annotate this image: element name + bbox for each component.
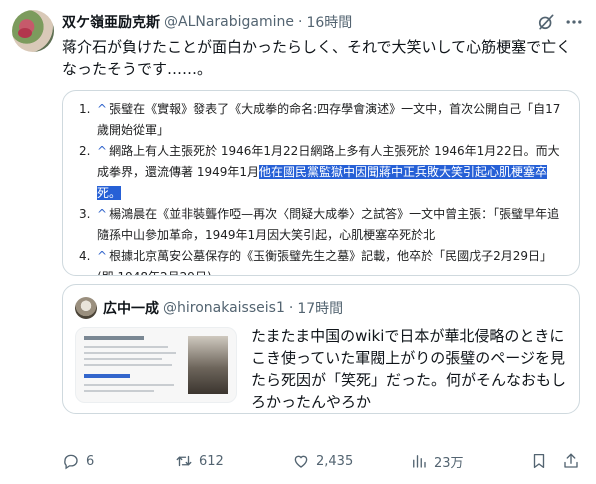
retweet-icon <box>176 455 192 467</box>
author-handle[interactable]: @ALNarabigamine <box>164 14 294 30</box>
retweet-count: 612 <box>199 453 224 469</box>
quoted-header-separator: · <box>288 300 294 316</box>
wiki-reference-item: 1. ^ 張璧在《實報》發表了《大成拳的命名:四存學會演述》一文中，首次公開自己「… <box>79 99 565 141</box>
thumbnail-line <box>84 384 174 386</box>
thumbnail-link-bar <box>84 374 130 378</box>
thumbnail-line <box>84 390 154 392</box>
reference-number: 2. <box>79 144 91 158</box>
quoted-tweet[interactable]: 広中一成 @hironakaisseis1 · 17時間 たまたま中国のwiki… <box>62 284 580 414</box>
quoted-author-display-name: 広中一成 <box>103 301 159 317</box>
tweet-text: 蒋介石が負けたことが面白かったらしく、それで大笑いして心筋梗塞で亡くなったそうで… <box>62 38 572 78</box>
thumbnail-line <box>84 352 176 354</box>
wiki-reference-item: 2. ^ 網路上有人主張死於 1946年1月22日網路上多有人主張死於 1946年… <box>79 141 565 204</box>
thumbnail-line <box>84 358 162 360</box>
quoted-tweet-text: たまたま中国のwikiで日本が華北侵略のときにこき使っていた軍閥上がりの張璧のペ… <box>251 327 567 411</box>
quoted-tweet-time: 17時間 <box>297 301 344 317</box>
view-count: 23万 <box>434 455 464 471</box>
like-button[interactable]: 2,435 <box>292 450 353 472</box>
reference-number: 1. <box>79 102 91 116</box>
tweet-time[interactable]: 16時間 <box>306 12 352 32</box>
caret-icon: ^ <box>97 249 108 263</box>
reference-number: 3. <box>79 207 91 221</box>
quoted-tweet-header: 広中一成 @hironakaisseis1 · 17時間 <box>75 297 343 319</box>
thumbnail-line <box>84 364 172 366</box>
header-separator: · <box>298 14 303 30</box>
more-icon[interactable] <box>564 12 584 32</box>
views-button[interactable]: 23万 <box>410 450 464 472</box>
author-avatar[interactable] <box>12 10 54 52</box>
views-icon <box>413 455 426 468</box>
bookmark-button[interactable] <box>530 450 554 472</box>
author-display-name[interactable]: 双ケ嶺亜励克斯 <box>62 12 160 32</box>
caret-icon: ^ <box>97 144 108 158</box>
bookmark-icon <box>533 453 545 469</box>
tweet-header: 双ケ嶺亜励克斯 @ALNarabigamine · 16時間 <box>62 12 584 32</box>
reply-count: 6 <box>86 453 95 469</box>
share-button[interactable] <box>562 450 586 472</box>
grok-icon[interactable] <box>536 12 556 32</box>
quoted-author-handle: @hironakaisseis1 <box>163 300 285 316</box>
tweet-actions-bar: 6 612 2,435 23万 <box>62 450 584 472</box>
wiki-reference-item: 3. ^ 楊鴻晨在《並非裝聾作啞—再次〈問疑大成拳〉之試答》一文中曾主張：「張璧早… <box>79 204 565 246</box>
reply-icon <box>64 454 78 470</box>
reference-number: 4. <box>79 249 91 263</box>
quoted-tweet-thumbnail[interactable] <box>75 327 237 403</box>
like-count: 2,435 <box>316 453 354 469</box>
reference-text: 根據北京萬安公墓保存的《玉衡張璧先生之墓》記載，他卒於「民國戊子2月29日」(即… <box>97 249 552 275</box>
thumbnail-line <box>84 346 168 348</box>
caret-icon: ^ <box>97 207 108 221</box>
thumbnail-portrait <box>188 336 228 394</box>
share-icon <box>564 453 578 468</box>
reply-button[interactable]: 6 <box>62 450 94 472</box>
retweet-button[interactable]: 612 <box>175 450 224 472</box>
heart-icon <box>294 455 308 468</box>
caret-icon: ^ <box>97 102 108 116</box>
wiki-screenshot-image[interactable]: 1. ^ 張璧在《實報》發表了《大成拳的命名:四存學會演述》一文中，首次公開自己「… <box>62 90 580 276</box>
wiki-references-list: 1. ^ 張璧在《實報》發表了《大成拳的命名:四存學會演述》一文中，首次公開自己「… <box>79 99 565 275</box>
tweet: 双ケ嶺亜励克斯 @ALNarabigamine · 16時間 蒋介石が負けたこと… <box>0 0 596 484</box>
quoted-author-avatar <box>75 297 97 319</box>
reference-text: 楊鴻晨在《並非裝聾作啞—再次〈問疑大成拳〉之試答》一文中曾主張：「張璧早年追隨孫… <box>97 207 560 242</box>
wiki-reference-item: 4. ^ 根據北京萬安公墓保存的《玉衡張璧先生之墓》記載，他卒於「民國戊子2月29… <box>79 246 565 275</box>
thumbnail-title-bar <box>84 336 144 340</box>
reference-text: 張璧在《實報》發表了《大成拳的命名:四存學會演述》一文中，首次公開自己「自17歲… <box>97 102 561 137</box>
